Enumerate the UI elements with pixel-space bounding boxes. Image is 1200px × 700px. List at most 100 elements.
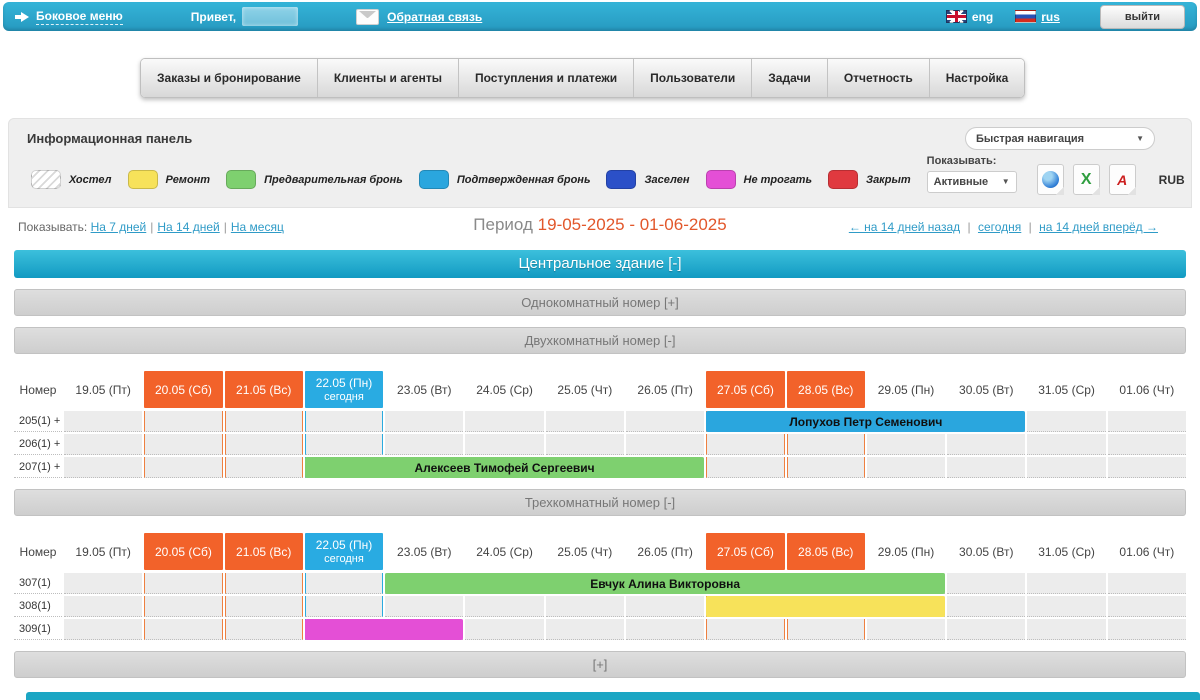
day-cell[interactable] bbox=[144, 457, 222, 478]
tab-orders-booking[interactable]: Заказы и бронирование bbox=[141, 59, 318, 97]
tab-settings[interactable]: Настройка bbox=[930, 59, 1025, 97]
day-cell[interactable] bbox=[1027, 619, 1105, 640]
feedback-label[interactable]: Обратная связь bbox=[387, 10, 482, 24]
day-cell[interactable] bbox=[64, 434, 142, 455]
day-cell[interactable] bbox=[626, 619, 704, 640]
period-today-link[interactable]: сегодня bbox=[978, 220, 1021, 234]
day-cell[interactable] bbox=[1027, 411, 1105, 432]
day-cell[interactable] bbox=[225, 457, 303, 478]
day-cell[interactable] bbox=[144, 596, 222, 617]
day-cell[interactable] bbox=[947, 457, 1025, 478]
tab-clients-agents[interactable]: Клиенты и агенты bbox=[318, 59, 459, 97]
day-cell[interactable] bbox=[1027, 596, 1105, 617]
day-cell[interactable] bbox=[787, 619, 865, 640]
day-cell[interactable] bbox=[947, 596, 1025, 617]
day-cell[interactable] bbox=[947, 573, 1025, 594]
tab-reports[interactable]: Отчетность bbox=[828, 59, 930, 97]
day-cell[interactable] bbox=[867, 457, 945, 478]
lang-eng-label[interactable]: eng bbox=[972, 10, 993, 24]
day-cell[interactable] bbox=[546, 619, 624, 640]
day-cell[interactable] bbox=[144, 411, 222, 432]
booking-bar[interactable]: Евчук Алина Викторовна bbox=[385, 573, 945, 594]
booking-bar[interactable]: Лопухов Петр Семенович bbox=[706, 411, 1025, 432]
section-header[interactable]: Трехкомнатный номер [-] bbox=[14, 489, 1186, 516]
day-cell[interactable] bbox=[867, 619, 945, 640]
section-header[interactable]: [+] bbox=[14, 651, 1186, 678]
day-cell[interactable] bbox=[546, 411, 624, 432]
side-menu-toggle[interactable]: Боковое меню bbox=[15, 9, 123, 25]
day-cell[interactable] bbox=[144, 573, 222, 594]
pdf-export-icon[interactable]: A bbox=[1109, 164, 1136, 195]
room-label[interactable]: 205(1) + bbox=[14, 411, 62, 432]
day-cell[interactable] bbox=[787, 434, 865, 455]
quick-nav-select[interactable]: Быстрая навигация ▼ bbox=[965, 127, 1155, 150]
day-cell[interactable] bbox=[64, 457, 142, 478]
day-cell[interactable] bbox=[1108, 573, 1186, 594]
room-label[interactable]: 307(1) bbox=[14, 573, 62, 594]
period-forward-link[interactable]: на 14 дней вперёд → bbox=[1039, 220, 1158, 234]
day-cell[interactable] bbox=[305, 596, 383, 617]
day-cell[interactable] bbox=[626, 596, 704, 617]
day-cell[interactable] bbox=[225, 411, 303, 432]
day-cell[interactable] bbox=[787, 457, 865, 478]
feedback-link[interactable]: Обратная связь bbox=[298, 9, 482, 25]
day-cell[interactable] bbox=[465, 619, 543, 640]
section-header[interactable]: Двухкомнатный номер [-] bbox=[14, 327, 1186, 354]
day-cell[interactable] bbox=[947, 434, 1025, 455]
day-cell[interactable] bbox=[706, 457, 784, 478]
room-label[interactable]: 308(1) bbox=[14, 596, 62, 617]
day-cell[interactable] bbox=[1108, 596, 1186, 617]
day-cell[interactable] bbox=[385, 596, 463, 617]
day-cell[interactable] bbox=[626, 411, 704, 432]
day-cell[interactable] bbox=[64, 619, 142, 640]
day-cell[interactable] bbox=[225, 434, 303, 455]
day-cell[interactable] bbox=[1108, 457, 1186, 478]
day-cell[interactable] bbox=[225, 573, 303, 594]
day-cell[interactable] bbox=[305, 573, 383, 594]
excel-export-icon[interactable]: X bbox=[1073, 164, 1100, 195]
day-cell[interactable] bbox=[64, 596, 142, 617]
day-cell[interactable] bbox=[546, 434, 624, 455]
day-cell[interactable] bbox=[1027, 434, 1105, 455]
day-cell[interactable] bbox=[546, 596, 624, 617]
day-cell[interactable] bbox=[64, 411, 142, 432]
day-cell[interactable] bbox=[225, 596, 303, 617]
day-cell[interactable] bbox=[144, 619, 222, 640]
day-cell[interactable] bbox=[305, 434, 383, 455]
day-cell[interactable] bbox=[947, 619, 1025, 640]
booking-bar[interactable] bbox=[305, 619, 464, 640]
booking-bar[interactable] bbox=[706, 596, 945, 617]
day-cell[interactable] bbox=[305, 411, 383, 432]
room-label[interactable]: 206(1) + bbox=[14, 434, 62, 455]
logout-button[interactable]: выйти bbox=[1100, 5, 1185, 29]
day-cell[interactable] bbox=[1108, 619, 1186, 640]
side-menu-label[interactable]: Боковое меню bbox=[36, 9, 123, 25]
day-cell[interactable] bbox=[1108, 434, 1186, 455]
day-cell[interactable] bbox=[225, 619, 303, 640]
day-cell[interactable] bbox=[626, 434, 704, 455]
day-cell[interactable] bbox=[64, 573, 142, 594]
room-label[interactable]: 207(1) + bbox=[14, 457, 62, 478]
html-export-icon[interactable] bbox=[1037, 164, 1064, 195]
day-cell[interactable] bbox=[144, 434, 222, 455]
building-header[interactable]: Центральное здание [-] bbox=[14, 250, 1186, 278]
day-cell[interactable] bbox=[465, 596, 543, 617]
day-cell[interactable] bbox=[465, 434, 543, 455]
lang-switch-eng[interactable]: eng bbox=[946, 10, 993, 24]
section-header[interactable]: Однокомнатный номер [+] bbox=[14, 289, 1186, 316]
day-cell[interactable] bbox=[706, 434, 784, 455]
show-filter-select[interactable]: Активные ▼ bbox=[927, 171, 1017, 193]
period-back-link[interactable]: ← на 14 дней назад bbox=[849, 220, 960, 234]
day-cell[interactable] bbox=[706, 619, 784, 640]
day-cell[interactable] bbox=[867, 434, 945, 455]
day-cell[interactable] bbox=[1027, 457, 1105, 478]
booking-bar[interactable]: Алексеев Тимофей Сергеевич bbox=[305, 457, 704, 478]
lang-switch-rus[interactable]: rus bbox=[1015, 10, 1060, 24]
day-cell[interactable] bbox=[1027, 573, 1105, 594]
tab-tasks[interactable]: Задачи bbox=[752, 59, 828, 97]
tab-users[interactable]: Пользователи bbox=[634, 59, 752, 97]
day-cell[interactable] bbox=[1108, 411, 1186, 432]
day-cell[interactable] bbox=[465, 411, 543, 432]
tab-receipts-payments[interactable]: Поступления и платежи bbox=[459, 59, 634, 97]
room-label[interactable]: 309(1) bbox=[14, 619, 62, 640]
